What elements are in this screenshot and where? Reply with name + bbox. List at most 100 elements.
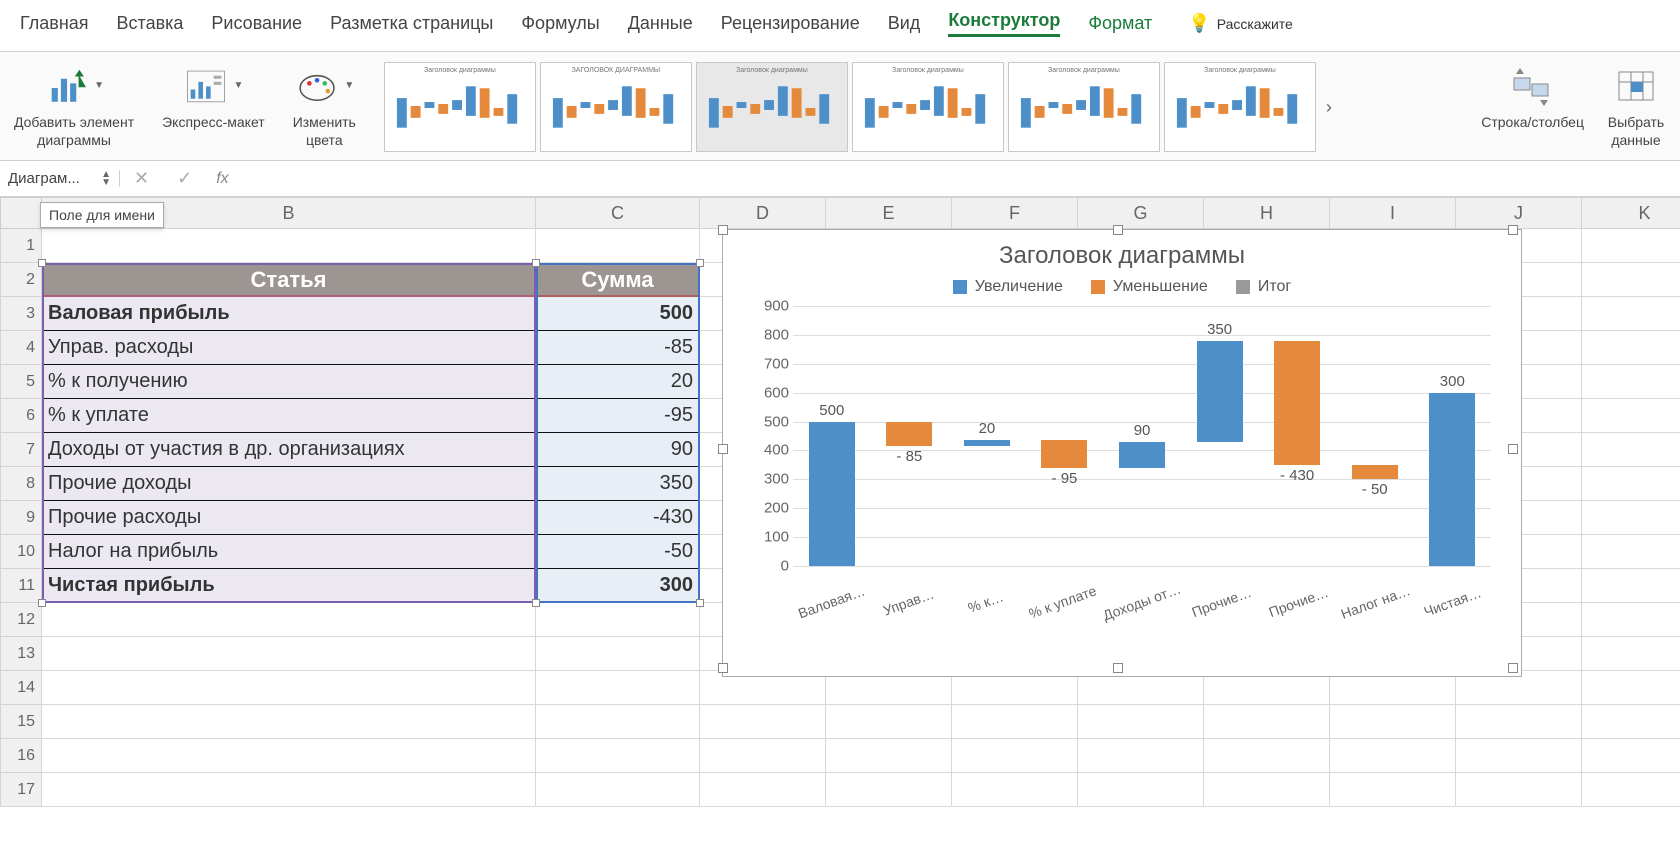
fx-label[interactable]: fx xyxy=(206,170,238,188)
column-header[interactable]: E xyxy=(826,197,952,229)
column-header[interactable]: H xyxy=(1204,197,1330,229)
tab-page-layout[interactable]: Разметка страницы xyxy=(330,13,493,34)
chart-resize-handle[interactable] xyxy=(1508,225,1518,235)
cell[interactable] xyxy=(952,705,1078,739)
row-header[interactable]: 14 xyxy=(0,671,42,705)
chart-title[interactable]: Заголовок диаграммы xyxy=(723,230,1521,278)
cell[interactable] xyxy=(42,739,536,773)
row-header[interactable]: 6 xyxy=(0,399,42,433)
select-all-corner[interactable] xyxy=(0,197,42,229)
cell[interactable] xyxy=(1204,773,1330,807)
chart-resize-handle[interactable] xyxy=(1113,225,1123,235)
cell[interactable] xyxy=(1582,263,1680,297)
cell[interactable] xyxy=(536,229,700,263)
tab-home[interactable]: Главная xyxy=(20,13,89,34)
cell[interactable] xyxy=(952,739,1078,773)
enter-formula-icon[interactable]: ✓ xyxy=(163,168,206,189)
cell[interactable]: Валовая прибыль xyxy=(42,297,536,331)
cell[interactable] xyxy=(42,229,536,263)
chart-style-5[interactable]: Заголовок диаграммы xyxy=(1008,62,1160,152)
cell[interactable]: 20 xyxy=(536,365,700,399)
cell[interactable]: % к уплате xyxy=(42,399,536,433)
row-header[interactable]: 17 xyxy=(0,773,42,807)
tab-view[interactable]: Вид xyxy=(888,13,921,34)
chart-resize-handle[interactable] xyxy=(718,444,728,454)
chart-resize-handle[interactable] xyxy=(1508,444,1518,454)
name-box[interactable]: Диаграм... ▲▼ Поле для имени xyxy=(0,170,120,187)
cell[interactable] xyxy=(1582,569,1680,603)
cell[interactable] xyxy=(826,773,952,807)
cell[interactable] xyxy=(1456,705,1582,739)
cell[interactable] xyxy=(826,739,952,773)
cell[interactable] xyxy=(1330,705,1456,739)
cell[interactable]: -85 xyxy=(536,331,700,365)
cell[interactable]: 90 xyxy=(536,433,700,467)
cell[interactable]: Прочие доходы xyxy=(42,467,536,501)
cell[interactable] xyxy=(1582,501,1680,535)
column-header[interactable]: G xyxy=(1078,197,1204,229)
row-header[interactable]: 8 xyxy=(0,467,42,501)
tab-data[interactable]: Данные xyxy=(628,13,693,34)
chart-bar[interactable] xyxy=(809,422,855,566)
tab-chart-design[interactable]: Конструктор xyxy=(948,10,1060,37)
row-header[interactable]: 7 xyxy=(0,433,42,467)
cell[interactable] xyxy=(1582,297,1680,331)
cell[interactable] xyxy=(700,705,826,739)
selection-handle[interactable] xyxy=(696,599,704,607)
chart-style-3[interactable]: Заголовок диаграммы xyxy=(696,62,848,152)
cell[interactable]: 300 xyxy=(536,569,700,603)
cell[interactable] xyxy=(826,705,952,739)
cell[interactable] xyxy=(952,773,1078,807)
chart-bar[interactable] xyxy=(1429,393,1475,566)
cell[interactable] xyxy=(700,773,826,807)
chart-bar[interactable] xyxy=(886,422,932,447)
row-header[interactable]: 5 xyxy=(0,365,42,399)
cell[interactable] xyxy=(1582,739,1680,773)
select-data-button[interactable]: Выбрать данные xyxy=(1606,62,1666,149)
cell[interactable]: Управ. расходы xyxy=(42,331,536,365)
tell-me[interactable]: 💡 Расскажите xyxy=(1188,13,1293,34)
cell[interactable]: -95 xyxy=(536,399,700,433)
cell[interactable] xyxy=(1078,705,1204,739)
row-header[interactable]: 15 xyxy=(0,705,42,739)
cell[interactable]: 500 xyxy=(536,297,700,331)
cell[interactable] xyxy=(1204,739,1330,773)
cell[interactable] xyxy=(536,637,700,671)
switch-row-column-button[interactable]: Строка/столбец xyxy=(1481,62,1584,149)
cell[interactable] xyxy=(700,739,826,773)
cells-area[interactable]: СтатьяСуммаВаловая прибыль500Управ. расх… xyxy=(42,229,1680,807)
row-header[interactable]: 2 xyxy=(0,263,42,297)
chart-bar[interactable] xyxy=(1119,442,1165,468)
chart-style-2[interactable]: ЗАГОЛОВОК ДИАГРАММЫ xyxy=(540,62,692,152)
quick-layout-button[interactable]: ▼ Экспресс-макет xyxy=(162,62,265,132)
cell[interactable] xyxy=(1204,705,1330,739)
chart-resize-handle[interactable] xyxy=(1508,663,1518,673)
cell[interactable]: -50 xyxy=(536,535,700,569)
cell[interactable]: Статья xyxy=(42,263,536,297)
add-chart-element-button[interactable]: ▼ Добавить элемент диаграммы xyxy=(14,62,134,149)
selection-handle[interactable] xyxy=(696,259,704,267)
chart-bar[interactable] xyxy=(1041,440,1087,467)
cell[interactable] xyxy=(42,637,536,671)
row-header[interactable]: 9 xyxy=(0,501,42,535)
row-header[interactable]: 4 xyxy=(0,331,42,365)
cell[interactable] xyxy=(1078,739,1204,773)
cell[interactable] xyxy=(1582,467,1680,501)
cell[interactable] xyxy=(1582,637,1680,671)
cancel-formula-icon[interactable]: ✕ xyxy=(120,168,163,189)
cell[interactable]: 350 xyxy=(536,467,700,501)
chart-object[interactable]: Заголовок диаграммыУвеличениеУменьшениеИ… xyxy=(722,229,1522,677)
column-header[interactable]: K xyxy=(1582,197,1680,229)
cell[interactable] xyxy=(1582,365,1680,399)
chart-legend[interactable]: УвеличениеУменьшениеИтог xyxy=(723,278,1521,306)
cell[interactable] xyxy=(1582,331,1680,365)
tab-insert[interactable]: Вставка xyxy=(117,13,184,34)
column-header[interactable]: I xyxy=(1330,197,1456,229)
chart-bar[interactable] xyxy=(1197,341,1243,442)
cell[interactable]: Чистая прибыль xyxy=(42,569,536,603)
cell[interactable] xyxy=(536,671,700,705)
cell[interactable] xyxy=(536,773,700,807)
selection-handle[interactable] xyxy=(38,259,46,267)
tab-formulas[interactable]: Формулы xyxy=(521,13,599,34)
cell[interactable] xyxy=(1330,773,1456,807)
